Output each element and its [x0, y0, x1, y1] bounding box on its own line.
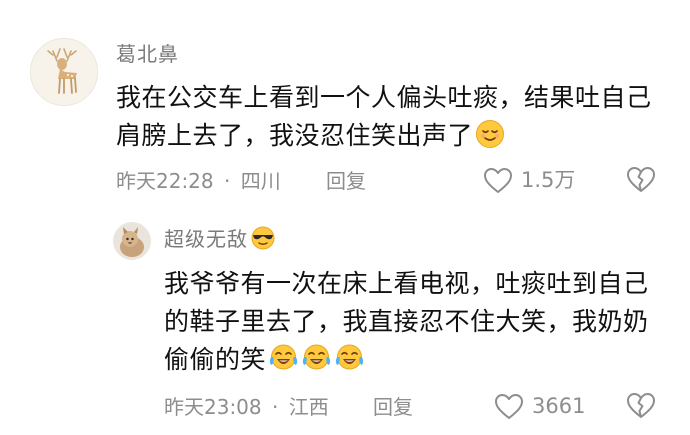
like-count: 3661 [532, 394, 586, 418]
comment-time: 昨天22:28 [116, 169, 214, 193]
like-button[interactable]: 1.5万 [483, 166, 575, 194]
avatar[interactable] [113, 222, 151, 260]
heart-icon [495, 393, 523, 419]
meta-separator: · [224, 169, 231, 193]
comment-username-text[interactable]: 超级无敌 [164, 227, 248, 251]
broken-heart-icon [627, 167, 655, 192]
comment-text-body: 我爷爷有一次在床上看电视，吐痰吐到自己的鞋子里去了，我直接忍不住大笑，我奶奶偷偷… [164, 269, 649, 374]
tears-of-joy-icon [334, 343, 365, 384]
deer-avatar-icon [31, 39, 97, 105]
reply-button[interactable]: 回复 [373, 393, 413, 421]
avatar[interactable] [30, 38, 98, 106]
reply-button[interactable]: 回复 [326, 167, 366, 195]
meta-separator: · [272, 395, 279, 419]
tears-of-joy-icon [268, 343, 299, 384]
heart-icon [484, 167, 512, 193]
cat-avatar-icon [114, 223, 150, 259]
tears-of-joy-icon [301, 343, 332, 384]
like-button[interactable]: 3661 [494, 392, 585, 420]
relieved-face-icon [475, 119, 505, 160]
dislike-button[interactable] [626, 166, 656, 197]
comment-time: 昨天23:08 [164, 395, 262, 419]
comment-location: 四川 [240, 169, 281, 193]
comment-meta: 昨天22:28 · 四川 [116, 167, 281, 195]
comment-location: 江西 [288, 395, 329, 419]
comment-username[interactable]: 葛北鼻 [116, 40, 179, 68]
dislike-button[interactable] [626, 392, 656, 423]
comment-text: 我在公交车上看到一个人偏头吐痰，结果吐自己肩膀上去了，我没忍住笑出声了 [116, 79, 676, 160]
comment-meta: 昨天23:08 · 江西 [164, 393, 329, 421]
comment-username: 超级无敌 [164, 225, 276, 257]
sunglasses-face-icon [250, 226, 276, 257]
comment-text-body: 我在公交车上看到一个人偏头吐痰，结果吐自己肩膀上去了，我没忍住笑出声了 [116, 83, 652, 150]
tears-of-joy-emoji-group [266, 344, 365, 374]
comment-text: 我爷爷有一次在床上看电视，吐痰吐到自己的鞋子里去了，我直接忍不住大笑，我奶奶偷偷… [164, 265, 672, 384]
broken-heart-icon [627, 393, 655, 418]
like-count: 1.5万 [521, 168, 576, 192]
